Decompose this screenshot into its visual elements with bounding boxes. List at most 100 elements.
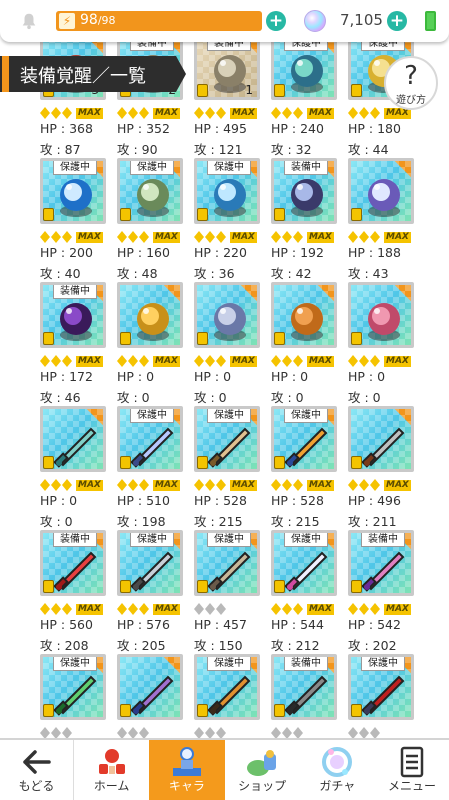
star-icon bbox=[117, 355, 127, 367]
equipment-tile[interactable] bbox=[348, 158, 414, 224]
equipment-tile[interactable] bbox=[271, 282, 337, 348]
equipment-tile[interactable]: 保護中 bbox=[40, 654, 106, 720]
max-badge: MAX bbox=[76, 479, 103, 491]
help-label: 遊び方 bbox=[396, 95, 426, 106]
bell-icon[interactable] bbox=[20, 12, 38, 30]
equipment-tile[interactable]: 保護中 bbox=[194, 158, 260, 224]
equipment-card[interactable]: 3MAXHP : 368攻 : 87 bbox=[40, 34, 112, 174]
star-icon bbox=[205, 107, 215, 119]
equipment-card[interactable]: MAX HP : 0 攻 : 0 bbox=[117, 282, 189, 422]
star-icon bbox=[51, 107, 61, 119]
equipment-card[interactable]: MAX HP : 496 攻 : 211 bbox=[348, 406, 420, 546]
equipment-tile[interactable]: 保護中 bbox=[194, 406, 260, 472]
equipment-tile[interactable]: 保護中 bbox=[271, 406, 337, 472]
help-button[interactable]: ? 遊び方 bbox=[384, 56, 438, 110]
equipment-card[interactable]: MAX HP : 0 攻 : 0 bbox=[40, 406, 112, 546]
max-badge: MAX bbox=[307, 107, 334, 119]
equipment-tile[interactable]: 保護中 bbox=[271, 530, 337, 596]
equipment-card[interactable]: 保護中 MAX HP : 544 攻 : 212 bbox=[271, 530, 343, 670]
status-tag: 保護中 bbox=[130, 409, 174, 423]
equipment-card[interactable]: 装備中 MAX HP : 172 攻 : 46 bbox=[40, 282, 112, 422]
attack-value: 攻 : 46 bbox=[40, 390, 81, 405]
hp-value: HP : 544 bbox=[271, 617, 324, 632]
star-icon bbox=[128, 107, 138, 119]
lock-icon bbox=[351, 456, 362, 469]
star-icon bbox=[359, 603, 369, 615]
equipment-tile[interactable] bbox=[117, 654, 183, 720]
equipment-card[interactable]: 装備中 MAX HP : 560 攻 : 208 bbox=[40, 530, 112, 670]
equipment-card[interactable]: 保護中 MAX HP : 510 攻 : 198 bbox=[117, 406, 189, 546]
stamina-plus-button[interactable]: + bbox=[266, 11, 286, 31]
equipment-card[interactable]: MAX HP : 0 攻 : 0 bbox=[348, 282, 420, 422]
equipment-card[interactable]: 保護中 HP : 457 攻 : 150 bbox=[194, 530, 266, 670]
star-icon bbox=[348, 231, 358, 243]
equipment-tile[interactable] bbox=[40, 406, 106, 472]
nav-home[interactable]: ホーム bbox=[74, 740, 149, 800]
equipment-card[interactable]: 装備中 MAX HP : 192 攻 : 42 bbox=[271, 158, 343, 298]
equipment-card[interactable]: MAX HP : 188 攻 : 43 bbox=[348, 158, 420, 298]
equipment-tile[interactable]: 装備中 bbox=[348, 530, 414, 596]
equipment-card[interactable]: 保護中 MAX HP : 528 攻 : 215 bbox=[194, 406, 266, 546]
hp-value: HP : 172 bbox=[40, 369, 93, 384]
star-icon bbox=[117, 107, 127, 119]
equipment-tile[interactable] bbox=[194, 282, 260, 348]
equipment-tile[interactable]: 保護中 bbox=[194, 530, 260, 596]
hp-value: HP : 576 bbox=[117, 617, 170, 632]
equipment-tile[interactable]: 保護中 bbox=[271, 34, 337, 100]
equipment-tile[interactable]: 保護中 bbox=[117, 406, 183, 472]
lock-icon bbox=[351, 332, 362, 345]
attack-value: 攻 : 0 bbox=[271, 390, 304, 405]
star-icon bbox=[370, 603, 380, 615]
star-icon bbox=[359, 479, 369, 491]
equipment-tile[interactable]: 保護中 bbox=[40, 158, 106, 224]
status-tag: 装備中 bbox=[361, 533, 405, 547]
gem-count: 7,105 bbox=[340, 11, 383, 29]
banner-stripe bbox=[2, 56, 9, 92]
equipment-tile[interactable]: 保護中 bbox=[117, 530, 183, 596]
equipment-card[interactable]: 保護中 MAX HP : 240 攻 : 32 bbox=[271, 34, 343, 174]
hp-value: HP : 0 bbox=[194, 369, 232, 384]
equipment-card[interactable]: MAX HP : 0 攻 : 0 bbox=[194, 282, 266, 422]
nav-back-label: もどる bbox=[18, 779, 55, 793]
equipment-tile[interactable] bbox=[348, 406, 414, 472]
nav-gacha[interactable]: ガチャ bbox=[300, 740, 375, 800]
nav-home-label: ホーム bbox=[93, 779, 130, 793]
lock-icon bbox=[351, 208, 362, 221]
equipment-tile[interactable] bbox=[348, 282, 414, 348]
stamina-bar: ⚡ 98/98 bbox=[56, 11, 262, 31]
equipment-tile[interactable]: 保護中 bbox=[117, 158, 183, 224]
max-badge: MAX bbox=[153, 355, 180, 367]
attack-value: 攻 : 215 bbox=[271, 514, 320, 529]
equipment-card[interactable]: 保護中 MAX HP : 220 攻 : 36 bbox=[194, 158, 266, 298]
equipment-tile[interactable]: 装備中 bbox=[40, 530, 106, 596]
star-icon bbox=[271, 603, 281, 615]
equipment-tile[interactable]: 装備中 1 bbox=[194, 34, 260, 100]
equipment-tile[interactable] bbox=[117, 282, 183, 348]
gem-plus-button[interactable]: + bbox=[387, 11, 407, 31]
equipment-card[interactable]: 装備中 MAX HP : 542 攻 : 202 bbox=[348, 530, 420, 670]
equipment-card[interactable]: 保護中 MAX HP : 200 攻 : 40 bbox=[40, 158, 112, 298]
star-icon bbox=[128, 479, 138, 491]
nav-back[interactable]: もどる bbox=[0, 740, 74, 800]
equipment-card[interactable]: 保護中 MAX HP : 160 攻 : 48 bbox=[117, 158, 189, 298]
equipment-tile[interactable]: 保護中 bbox=[194, 654, 260, 720]
lock-icon bbox=[120, 580, 131, 593]
equipment-card[interactable]: 保護中 MAX HP : 528 攻 : 215 bbox=[271, 406, 343, 546]
hp-value: HP : 352 bbox=[117, 121, 170, 136]
nav-shop[interactable]: ショップ bbox=[225, 740, 300, 800]
equipment-tile[interactable]: 装備中 bbox=[271, 158, 337, 224]
equipment-card[interactable]: 装備中 1 MAX HP : 495 攻 : 121 bbox=[194, 34, 266, 174]
equipment-card[interactable]: 保護中 MAX HP : 576 攻 : 205 bbox=[117, 530, 189, 670]
equipment-card[interactable]: 装備中2MAXHP : 352攻 : 90 bbox=[117, 34, 189, 174]
nav-menu-label: メニュー bbox=[387, 779, 436, 793]
awaken-stars: MAX bbox=[348, 354, 411, 368]
max-badge: MAX bbox=[307, 479, 334, 491]
equipment-tile[interactable]: 装備中 bbox=[40, 282, 106, 348]
attack-value: 攻 : 208 bbox=[40, 638, 89, 653]
nav-chara[interactable]: キャラ bbox=[149, 740, 225, 800]
equipment-tile[interactable]: 保護中 bbox=[348, 654, 414, 720]
lock-icon bbox=[43, 332, 54, 345]
nav-menu[interactable]: メニュー bbox=[375, 740, 449, 800]
equipment-card[interactable]: MAX HP : 0 攻 : 0 bbox=[271, 282, 343, 422]
equipment-tile[interactable]: 装備中 bbox=[271, 654, 337, 720]
